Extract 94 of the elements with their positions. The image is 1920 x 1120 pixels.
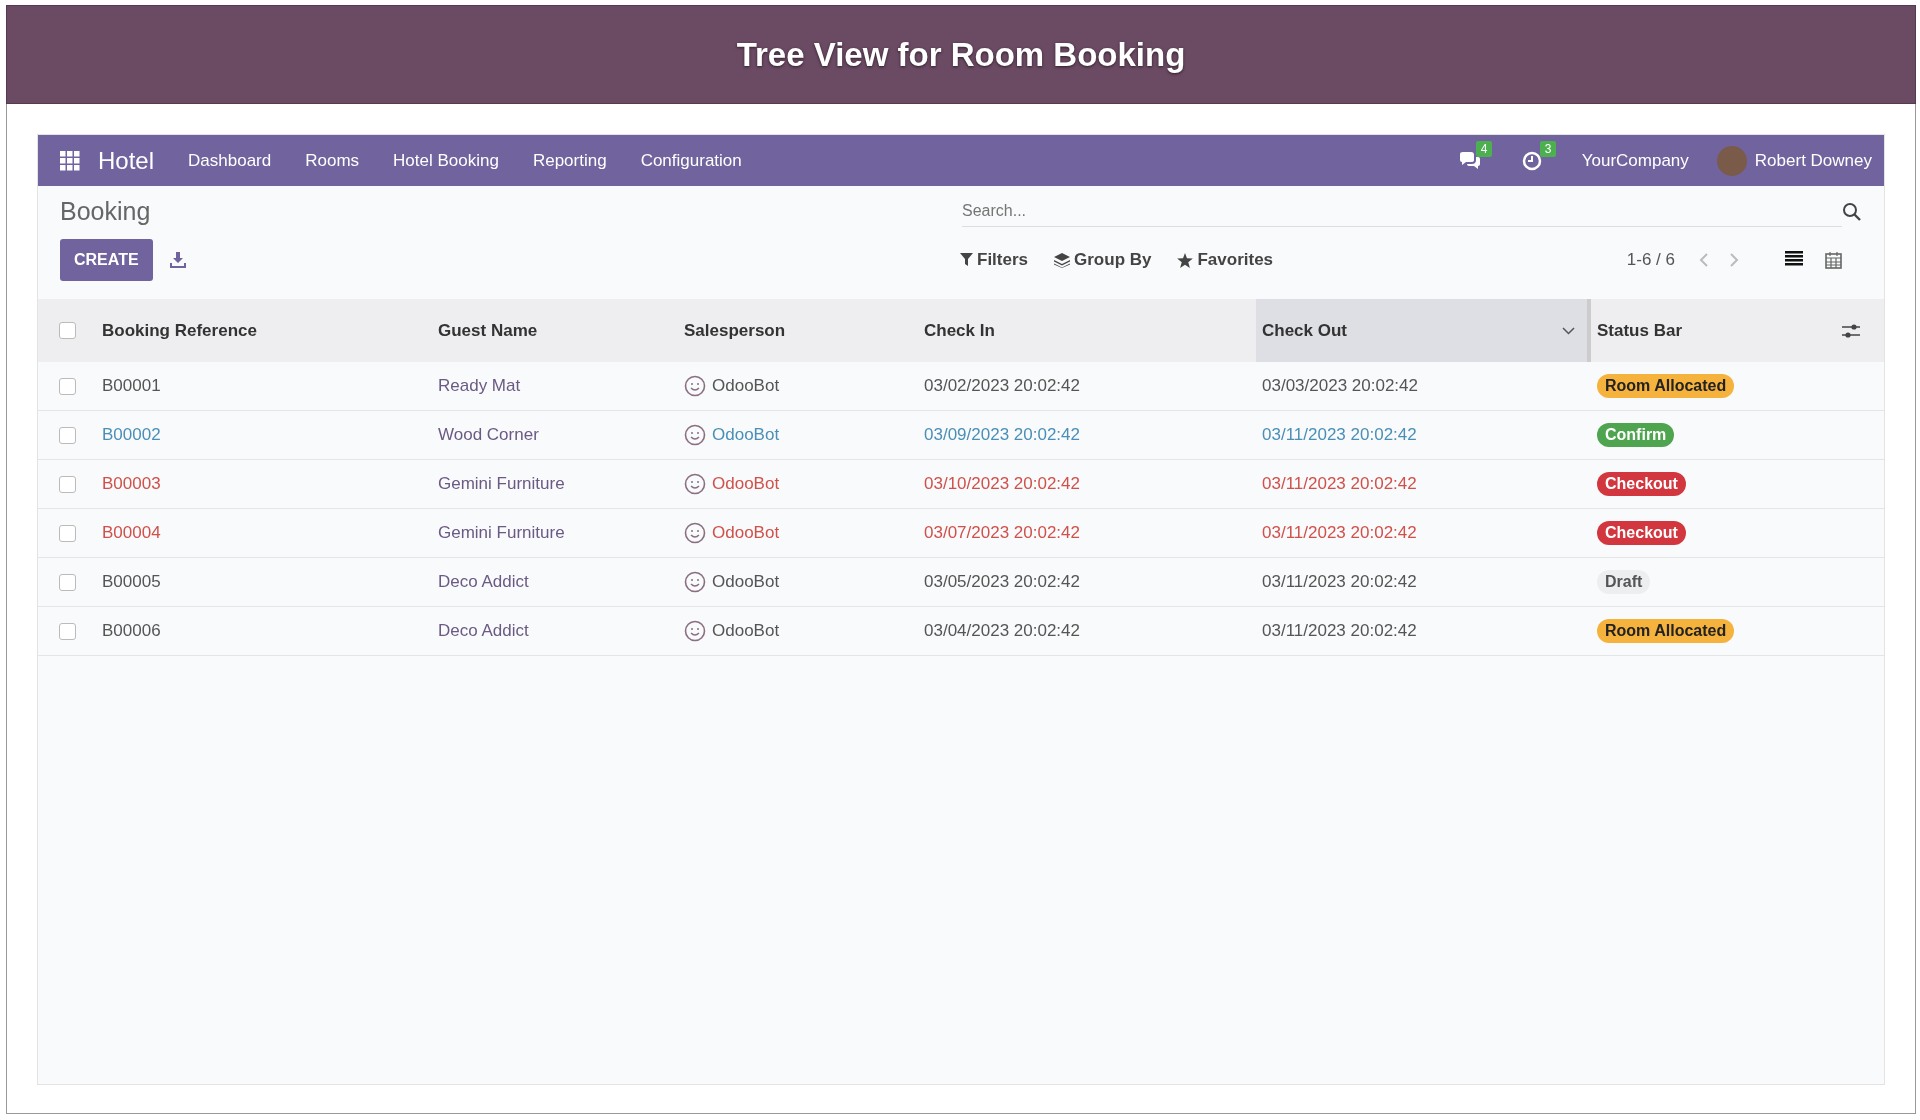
column-header[interactable]: Status Bar <box>1591 299 1884 362</box>
row-checkbox[interactable] <box>59 622 76 640</box>
star-icon <box>1177 252 1194 268</box>
table-row[interactable]: B00006 Deco Addict OdooBot 03/04/2023 20:02:42 03/11/2023 20:02:42 Room Allocated <box>38 607 1884 656</box>
table-cell: 03/09/2023 20:02:42 <box>924 425 1080 445</box>
user-avatar[interactable] <box>1716 145 1747 176</box>
menu-item[interactable]: Hotel Booking <box>393 150 499 171</box>
status-badge: Draft <box>1597 570 1651 594</box>
status-badge: Room Allocated <box>1597 619 1735 643</box>
table-cell: OdooBot <box>712 474 780 494</box>
previous-page-icon[interactable] <box>1699 252 1709 268</box>
table-cell: Ready Mat <box>438 376 521 396</box>
row-checkbox[interactable] <box>59 573 76 591</box>
column-header[interactable]: Booking Reference <box>96 299 432 362</box>
pager-value[interactable]: 1-6 / 6 <box>1626 250 1675 270</box>
banner-title: Tree View for Room Booking <box>736 35 1186 74</box>
table-cell: Wood Corner <box>438 425 539 445</box>
table-cell: 03/11/2023 20:02:42 <box>1262 621 1417 641</box>
apps-grid-icon[interactable] <box>60 150 80 171</box>
layers-icon <box>1054 252 1071 268</box>
app-name[interactable]: Hotel <box>98 146 155 175</box>
table-cell: 03/11/2023 20:02:42 <box>1262 572 1417 592</box>
row-checkbox[interactable] <box>59 475 76 493</box>
table-cell: B00005 <box>102 572 161 592</box>
table-row[interactable]: B00001 Ready Mat OdooBot 03/02/2023 20:02:42 03/03/2023 20:02:42 Room Allocated <box>38 362 1884 411</box>
company-switcher[interactable]: YourCompany <box>1581 150 1689 171</box>
table-cell: B00004 <box>102 523 161 543</box>
row-checkbox[interactable] <box>59 377 76 395</box>
table-cell: 03/11/2023 20:02:42 <box>1262 523 1417 543</box>
menu-item[interactable]: Dashboard <box>188 150 272 171</box>
download-icon[interactable] <box>168 251 187 269</box>
smiley-icon <box>684 620 706 642</box>
table-cell: 03/11/2023 20:02:42 <box>1262 425 1417 445</box>
status-badge: Confirm <box>1597 423 1675 447</box>
table-row[interactable]: B00002 Wood Corner OdooBot 03/09/2023 20:02:42 03/11/2023 20:02:42 Confirm <box>38 411 1884 460</box>
row-checkbox[interactable] <box>59 524 76 542</box>
column-settings-icon[interactable] <box>1842 322 1860 339</box>
table-cell: OdooBot <box>712 425 780 445</box>
smiley-icon <box>684 424 706 446</box>
table-cell: Gemini Furniture <box>438 474 565 494</box>
clock-icon[interactable] <box>1521 150 1542 171</box>
next-page-icon[interactable] <box>1729 252 1739 268</box>
table-cell: 03/05/2023 20:02:42 <box>924 572 1080 592</box>
column-header[interactable]: Salesperson <box>678 299 918 362</box>
smiley-icon <box>684 571 706 593</box>
filter-menu-button[interactable]: Filters <box>960 250 1029 270</box>
search-icon[interactable] <box>1842 201 1862 222</box>
table-cell: Deco Addict <box>438 621 529 641</box>
column-header[interactable]: Check Out <box>1256 299 1591 362</box>
table-cell: 03/10/2023 20:02:42 <box>924 474 1080 494</box>
list-view-button[interactable] <box>1785 251 1803 269</box>
smiley-icon <box>684 522 706 544</box>
user-name[interactable]: Robert Downey <box>1754 150 1872 171</box>
table-cell: OdooBot <box>712 621 780 641</box>
table-cell: 03/04/2023 20:02:42 <box>924 621 1080 641</box>
menu-item[interactable]: Reporting <box>532 150 607 171</box>
search-field[interactable]: Search... <box>962 196 1842 227</box>
table-row[interactable]: B00004 Gemini Furniture OdooBot 03/07/2023 20:02:42 03/11/2023 20:02:42 Checkout <box>38 509 1884 558</box>
menu-item[interactable]: Rooms <box>305 150 360 171</box>
message-count-badge: 4 <box>1475 140 1493 157</box>
table-cell: 03/03/2023 20:02:42 <box>1262 376 1418 396</box>
table-cell: 03/07/2023 20:02:42 <box>924 523 1080 543</box>
status-badge: Room Allocated <box>1597 374 1735 398</box>
chevron-down-icon <box>1562 326 1575 335</box>
table-cell: B00006 <box>102 621 161 641</box>
calendar-view-button[interactable] <box>1825 251 1842 269</box>
activity-count-badge: 3 <box>1539 140 1557 157</box>
filter-icon <box>960 253 973 267</box>
table-cell: 03/02/2023 20:02:42 <box>924 376 1080 396</box>
column-header[interactable]: Guest Name <box>432 299 678 362</box>
breadcrumb: Booking <box>60 197 151 226</box>
table-row[interactable]: B00003 Gemini Furniture OdooBot 03/10/2023 20:02:42 03/11/2023 20:02:42 Checkout <box>38 460 1884 509</box>
menu-item[interactable]: Configuration <box>640 150 742 171</box>
chat-icon[interactable] <box>1457 150 1482 171</box>
select-all-checkbox[interactable] <box>59 322 76 339</box>
column-header[interactable]: Check In <box>918 299 1256 362</box>
status-badge: Checkout <box>1597 521 1686 545</box>
filter-menu-button[interactable]: Favorites <box>1177 250 1274 270</box>
filter-menu-button[interactable]: Group By <box>1054 250 1152 270</box>
table-cell: OdooBot <box>712 572 780 592</box>
table-cell: Deco Addict <box>438 572 529 592</box>
table-cell: Gemini Furniture <box>438 523 565 543</box>
table-cell: B00003 <box>102 474 161 494</box>
row-checkbox[interactable] <box>59 426 76 444</box>
table-cell: OdooBot <box>712 376 780 396</box>
smiley-icon <box>684 473 706 495</box>
table-cell: B00002 <box>102 425 161 445</box>
smiley-icon <box>684 375 706 397</box>
status-badge: Checkout <box>1597 472 1686 496</box>
create-button[interactable]: CREATE <box>60 239 153 281</box>
table-cell: B00001 <box>102 376 161 396</box>
table-row[interactable]: B00005 Deco Addict OdooBot 03/05/2023 20:02:42 03/11/2023 20:02:42 Draft <box>38 558 1884 607</box>
table-cell: OdooBot <box>712 523 780 543</box>
table-cell: 03/11/2023 20:02:42 <box>1262 474 1417 494</box>
